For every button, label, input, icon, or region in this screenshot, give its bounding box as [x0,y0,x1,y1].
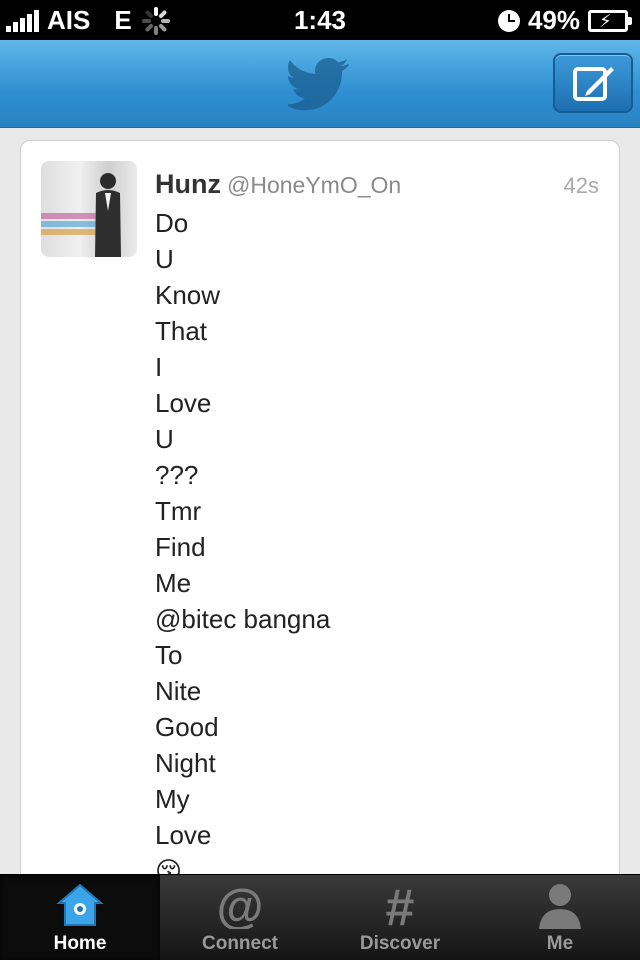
at-icon: @ [217,881,264,929]
user-avatar[interactable] [41,161,137,257]
tab-me-label: Me [546,933,574,954]
tab-home-label: Home [53,933,107,954]
tweet-header: Hunz @HoneYmO_On 42s [155,169,599,203]
hash-icon: # [386,881,415,929]
tab-me[interactable]: Me [480,875,640,960]
tweet-line: To [155,640,183,670]
tab-connect[interactable]: @ Connect [160,875,320,960]
tweet-card[interactable]: Hunz @HoneYmO_On 42s Do U Know That I Lov… [20,140,620,874]
tweet-line: U [155,244,174,274]
tab-discover[interactable]: # Discover [320,875,480,960]
battery-percent: 49% [527,5,580,35]
kissing-emoji: 😚 [155,856,183,874]
tweet-line: Good [155,712,219,742]
tweet-line: Find [155,532,206,562]
timeline-feed[interactable]: Hunz @HoneYmO_On 42s Do U Know That I Lov… [0,128,640,874]
user-handle[interactable]: @HoneYmO_On [227,172,401,198]
tweet-line: Do [155,208,189,238]
display-name[interactable]: Hunz [155,169,221,199]
tweet-line: Tmr [155,496,202,526]
compose-tweet-button[interactable] [553,53,633,113]
twitter-bird-icon [288,58,349,111]
tweet-line: Nite [155,676,202,706]
person-icon [539,884,581,929]
tweet-line: Night [155,748,216,778]
tweet-line: I [155,352,163,382]
tweet-line: Know [155,280,221,310]
tweet-text: Do U Know That I Love U ??? Tmr Find Me … [155,205,595,874]
tab-discover-label: Discover [359,933,441,954]
svg-text:@: @ [217,881,264,929]
tweet-line: ??? [155,460,199,490]
status-bar: AIS E 1:43 49% ⚡ [0,0,640,40]
alarm-clock-icon [497,9,520,32]
battery-charging-icon: ⚡ [588,9,632,32]
tweet-line: That [155,316,208,346]
tab-connect-label: Connect [202,933,278,954]
navigation-bar [0,40,640,128]
tweet-timestamp: 42s [563,173,599,198]
avatar-person-figure [95,173,121,257]
tab-bar: Home @ Connect # Discover Me [0,874,640,960]
tweet-mention-line[interactable]: @bitec bangna [155,601,595,637]
home-icon [56,883,104,926]
tweet-line: Love [155,820,212,850]
tab-home[interactable]: Home [0,875,160,960]
tweet-line: U [155,424,174,454]
tweet-line: Love [155,388,212,418]
svg-text:#: # [386,881,415,929]
compose-icon [573,67,614,101]
tweet-line: Me [155,568,192,598]
tweet-line: My [155,784,190,814]
status-right: 49% ⚡ [497,5,632,36]
